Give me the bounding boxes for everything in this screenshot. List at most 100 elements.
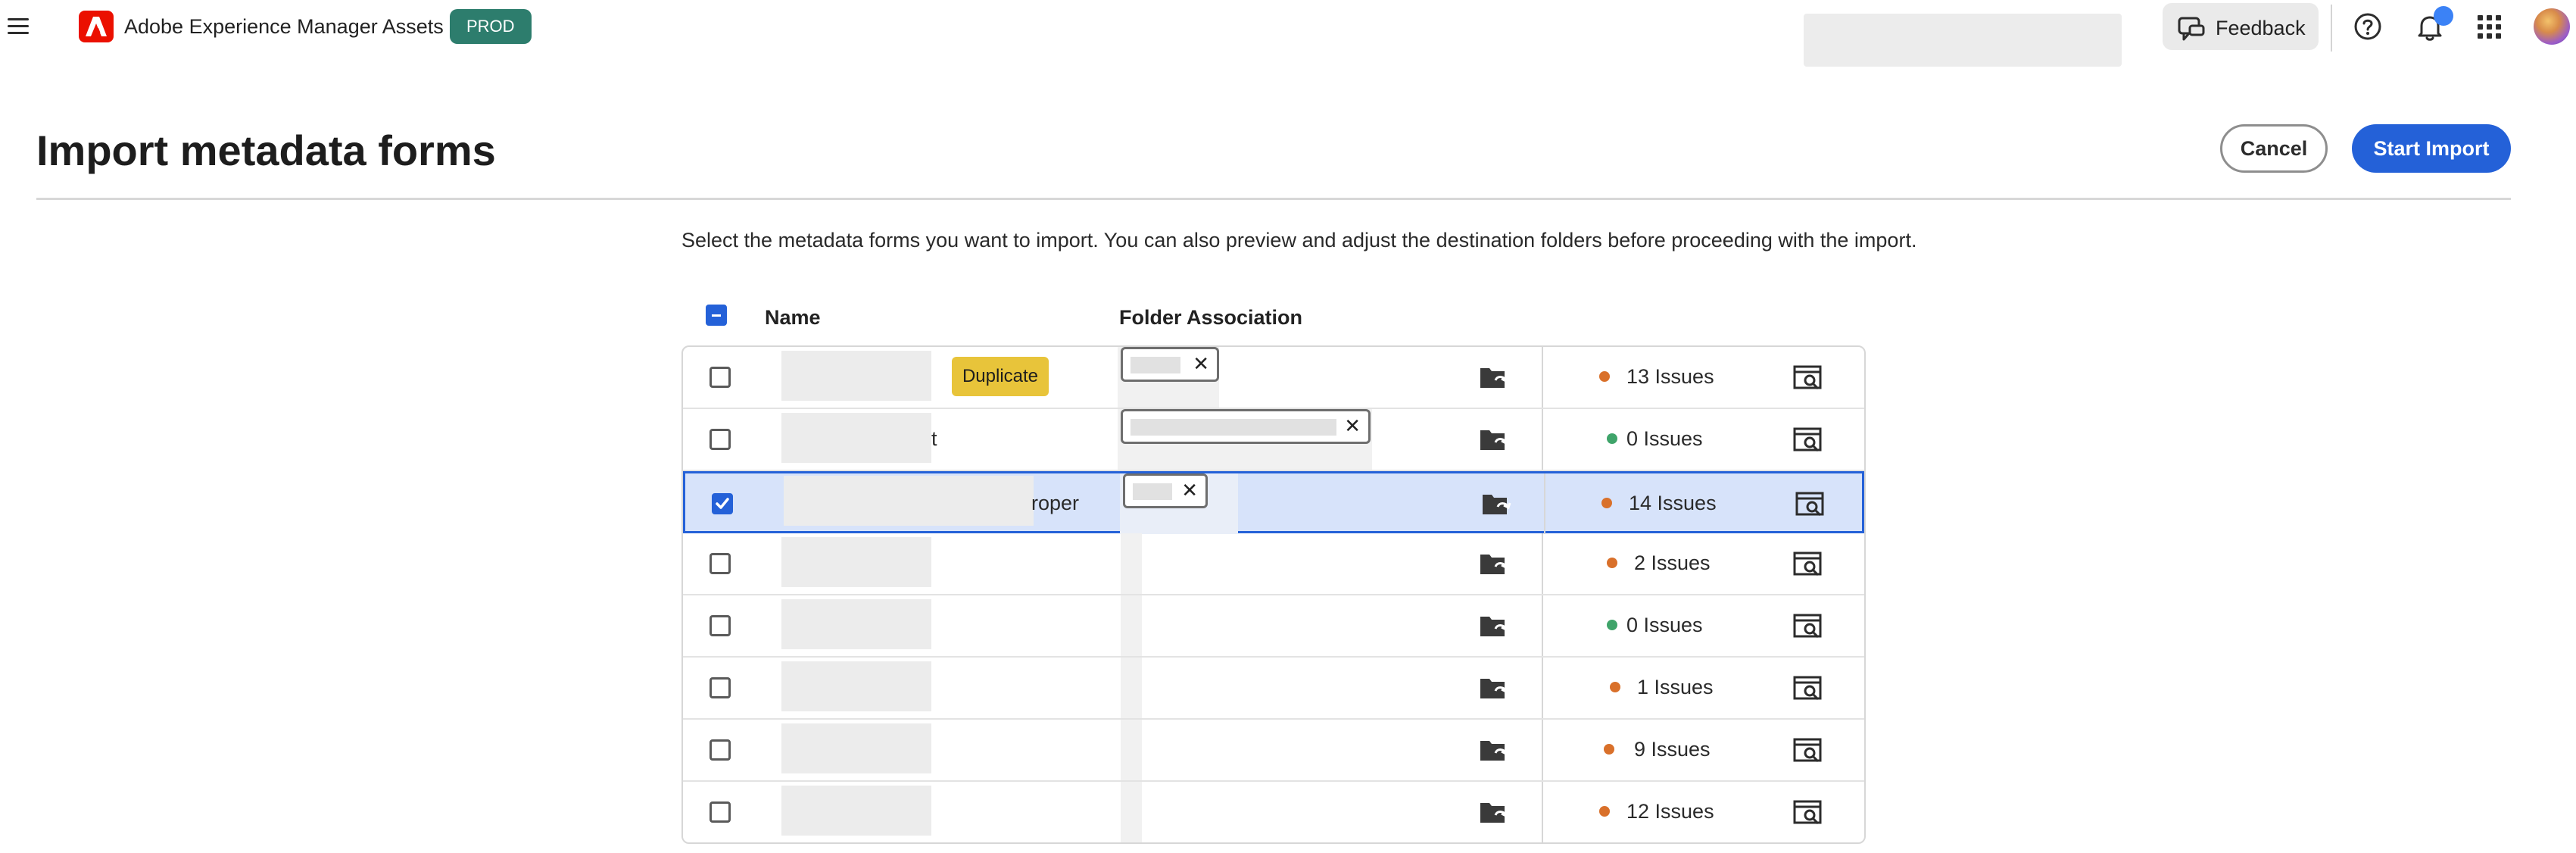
folder-association-cell — [1121, 782, 1142, 842]
folder-select-icon[interactable] — [1479, 738, 1509, 767]
folder-association-cell — [1121, 658, 1142, 718]
divider — [2331, 5, 2332, 52]
preview-icon[interactable] — [1793, 738, 1823, 767]
status-dot — [1610, 682, 1620, 692]
form-name-text: t — [931, 427, 937, 450]
form-name — [781, 723, 931, 773]
feedback-label: Feedback — [2216, 17, 2306, 39]
notification-indicator — [2434, 6, 2453, 26]
folder-select-icon[interactable] — [1479, 676, 1509, 705]
form-name — [781, 537, 931, 587]
table-row[interactable]: 1 Issues — [683, 658, 1864, 720]
table-row[interactable]: 0 Issues — [683, 595, 1864, 658]
divider — [1542, 782, 1543, 842]
status-dot — [1607, 620, 1617, 630]
folder-association-cell — [1121, 595, 1142, 656]
divider — [1542, 533, 1543, 594]
table-row[interactable]: 12 Issues — [683, 782, 1864, 842]
folder-select-icon[interactable] — [1479, 800, 1509, 830]
row-checkbox[interactable] — [709, 801, 731, 823]
preview-icon[interactable] — [1795, 492, 1826, 521]
row-checkbox[interactable] — [712, 493, 733, 514]
row-checkbox[interactable] — [709, 739, 731, 761]
divider — [1542, 658, 1543, 718]
preview-icon[interactable] — [1793, 427, 1823, 457]
folder-select-icon[interactable] — [1481, 492, 1511, 521]
column-header-name[interactable]: Name — [765, 306, 821, 330]
table-row[interactable]: 9 Issues — [683, 720, 1864, 782]
form-name-text: roper — [1031, 492, 1080, 514]
environment-badge: PROD — [450, 9, 532, 44]
issues-count[interactable]: 0 Issues — [1626, 427, 1703, 451]
issues-count[interactable]: 2 Issues — [1634, 551, 1711, 575]
form-name — [781, 786, 931, 836]
folder-select-icon[interactable] — [1479, 551, 1509, 581]
preview-icon[interactable] — [1793, 800, 1823, 830]
row-checkbox[interactable] — [709, 429, 731, 450]
status-dot — [1601, 498, 1612, 508]
form-name — [781, 413, 931, 463]
adobe-logo-icon[interactable] — [79, 11, 114, 42]
divider — [1542, 409, 1543, 470]
start-import-button[interactable]: Start Import — [2352, 124, 2511, 173]
avatar[interactable] — [2534, 8, 2570, 45]
page-title: Import metadata forms — [36, 127, 496, 174]
select-all-checkbox[interactable] — [706, 305, 727, 326]
help-icon[interactable] — [2353, 12, 2382, 45]
table-row[interactable]: t ✕ 0 Issues — [683, 409, 1864, 471]
table-row[interactable]: 2 Issues — [683, 533, 1864, 595]
issues-count[interactable]: 12 Issues — [1626, 800, 1714, 823]
preview-icon[interactable] — [1793, 614, 1823, 643]
issues-count[interactable]: 1 Issues — [1637, 676, 1714, 699]
column-header-folder-association[interactable]: Folder Association — [1119, 306, 1302, 330]
page-description: Select the metadata forms you want to im… — [681, 229, 1917, 252]
folder-tag[interactable]: ✕ — [1123, 473, 1208, 508]
row-checkbox[interactable] — [709, 367, 731, 388]
form-name — [781, 351, 931, 401]
preview-icon[interactable] — [1793, 365, 1823, 395]
row-checkbox[interactable] — [709, 553, 731, 574]
remove-icon[interactable]: ✕ — [1193, 352, 1209, 376]
form-name — [781, 599, 931, 649]
folder-association-cell — [1121, 720, 1142, 780]
issues-count[interactable]: 14 Issues — [1629, 492, 1717, 515]
folder-tag[interactable]: ✕ — [1121, 347, 1219, 382]
feedback-icon — [2178, 17, 2205, 41]
divider — [1542, 595, 1543, 656]
status-dot — [1607, 433, 1617, 444]
form-name — [781, 661, 931, 711]
folder-tag[interactable]: ✕ — [1121, 409, 1371, 444]
preview-icon[interactable] — [1793, 676, 1823, 705]
status-dot — [1599, 806, 1610, 817]
folder-select-icon[interactable] — [1479, 427, 1509, 457]
row-checkbox[interactable] — [709, 615, 731, 636]
cancel-button[interactable]: Cancel — [2220, 124, 2328, 173]
issues-count[interactable]: 13 Issues — [1626, 365, 1714, 389]
apps-grid-icon[interactable] — [2478, 15, 2502, 43]
divider — [36, 198, 2511, 200]
duplicate-badge: Duplicate — [952, 357, 1049, 396]
status-dot — [1607, 558, 1617, 568]
folder-association-cell — [1121, 533, 1142, 594]
table-row[interactable]: Duplicate ✕ 13 Issues — [683, 347, 1864, 409]
issues-count[interactable]: 9 Issues — [1634, 738, 1711, 761]
folder-select-icon[interactable] — [1479, 365, 1509, 395]
status-dot — [1604, 744, 1614, 755]
app-title[interactable]: Adobe Experience Manager Assets — [124, 15, 444, 39]
folder-select-icon[interactable] — [1479, 614, 1509, 643]
form-name — [784, 476, 1034, 526]
remove-icon[interactable]: ✕ — [1181, 479, 1198, 502]
issues-count[interactable]: 0 Issues — [1626, 614, 1703, 637]
table-row-selected[interactable]: roper ✕ 14 Issues — [683, 471, 1864, 534]
divider — [1542, 347, 1543, 408]
menu-icon[interactable] — [8, 17, 30, 36]
remove-icon[interactable]: ✕ — [1344, 414, 1361, 438]
row-checkbox[interactable] — [709, 677, 731, 698]
divider — [1544, 473, 1545, 534]
status-dot — [1599, 371, 1610, 382]
search-box[interactable] — [1804, 14, 2122, 67]
preview-icon[interactable] — [1793, 551, 1823, 581]
top-bar: Adobe Experience Manager Assets PROD Fee… — [0, 0, 2576, 67]
divider — [1542, 720, 1543, 780]
feedback-button[interactable]: Feedback — [2163, 3, 2319, 50]
